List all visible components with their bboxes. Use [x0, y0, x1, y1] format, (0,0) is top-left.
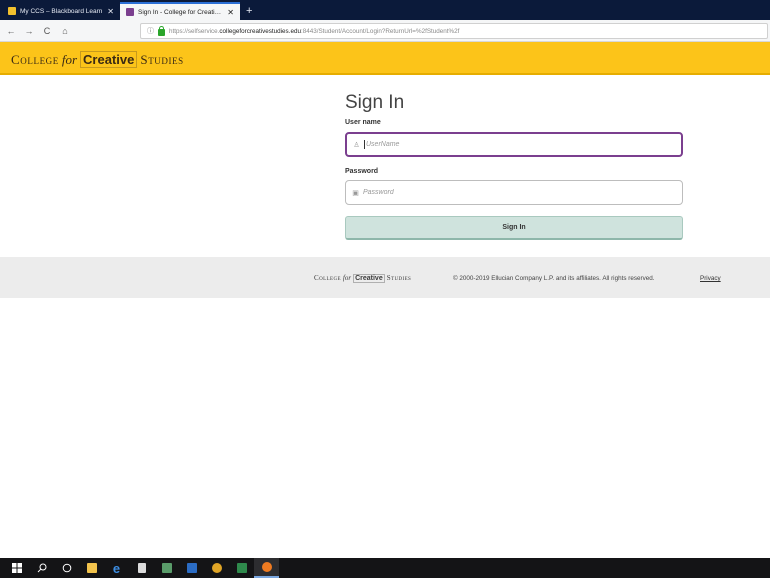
password-input[interactable] [363, 189, 663, 196]
browser-nav-bar: ← → C ⌂ ⓘ https://selfservice.collegefor… [0, 20, 770, 42]
search-button[interactable] [29, 558, 54, 578]
logo-word-college: College [314, 274, 341, 282]
chrome-icon [211, 563, 222, 573]
url-prefix: https://selfservice. [169, 27, 220, 35]
site-header: College for Creative Studies [0, 42, 770, 75]
windows-start-button[interactable] [4, 558, 29, 578]
close-icon[interactable]: ✕ [107, 7, 114, 16]
logo-word-creative: Creative [353, 274, 385, 283]
blackboard-favicon-icon [8, 7, 16, 15]
logo-word-for: for [61, 52, 78, 67]
windows-logo-icon [11, 563, 22, 573]
calculator-icon [137, 563, 146, 573]
sign-in-button[interactable]: Sign In [345, 216, 683, 240]
logo-word-studies: Studies [386, 274, 412, 282]
screen: My CCS – Blackboard Learn ✕ Sign In - Co… [0, 0, 770, 578]
app-button[interactable] [154, 558, 179, 578]
reload-icon[interactable]: C [42, 26, 52, 36]
tab-title: My CCS – Blackboard Learn [20, 7, 103, 15]
footer-logo: College for Creative Studies [314, 274, 411, 283]
chrome-button[interactable] [204, 558, 229, 578]
tab-blackboard[interactable]: My CCS – Blackboard Learn ✕ [2, 2, 120, 20]
url-path: :8443/Student/Account/Login?ReturnUrl=%2… [300, 27, 460, 35]
firefox-icon [261, 562, 272, 572]
logo-word-college: College [11, 52, 59, 67]
sign-in-form: Sign In User name ♙ Password ▣ Sign In [345, 92, 683, 240]
info-icon[interactable]: ⓘ [147, 26, 154, 36]
task-view-icon [62, 563, 71, 573]
password-field[interactable]: ▣ [345, 180, 683, 205]
calculator-button[interactable] [129, 558, 154, 578]
footer: College for Creative Studies © 2000-2019… [0, 257, 770, 298]
password-label: Password [345, 168, 379, 175]
folder-icon [86, 563, 97, 573]
username-input[interactable] [366, 141, 666, 148]
edge-button[interactable]: e [104, 558, 129, 578]
lock-icon[interactable] [158, 25, 165, 36]
copyright-text: © 2000-2019 Ellucian Company L.P. and it… [453, 275, 655, 282]
logo-word-creative: Creative [80, 51, 138, 68]
excel-button[interactable] [229, 558, 254, 578]
word-button[interactable] [179, 558, 204, 578]
logo-word-for: for [342, 274, 352, 282]
privacy-link[interactable]: Privacy [700, 275, 721, 282]
forward-arrow-icon[interactable]: → [24, 26, 34, 36]
task-view-button[interactable] [54, 558, 79, 578]
url-host: collegeforcreativestudies.edu [219, 27, 301, 35]
app-icon [161, 563, 172, 573]
home-icon[interactable]: ⌂ [60, 26, 70, 36]
tab-title: Sign In - College for Creative S [138, 8, 224, 16]
back-arrow-icon[interactable]: ← [6, 26, 16, 36]
ccs-favicon-icon [126, 8, 134, 16]
search-icon [37, 563, 46, 573]
edge-icon: e [112, 560, 121, 576]
word-icon [186, 563, 197, 573]
username-field[interactable]: ♙ [345, 132, 683, 157]
taskbar: e [0, 558, 770, 578]
text-cursor [364, 140, 365, 149]
url-bar[interactable]: ⓘ https://selfservice.collegeforcreative… [140, 23, 768, 39]
new-tab-button[interactable]: + [240, 2, 258, 20]
tab-sign-in[interactable]: Sign In - College for Creative S ✕ [120, 2, 240, 20]
lock-icon: ▣ [352, 189, 359, 197]
browser-tab-strip: My CCS – Blackboard Learn ✕ Sign In - Co… [0, 0, 770, 20]
college-logo[interactable]: College for Creative Studies [11, 51, 184, 68]
excel-icon [236, 563, 247, 573]
close-icon[interactable]: ✕ [227, 8, 234, 17]
file-explorer-button[interactable] [79, 558, 104, 578]
user-icon: ♙ [353, 141, 360, 149]
logo-word-studies: Studies [140, 52, 184, 67]
page-title: Sign In [345, 92, 405, 113]
firefox-button[interactable] [254, 558, 279, 578]
username-label: User name [345, 119, 381, 126]
